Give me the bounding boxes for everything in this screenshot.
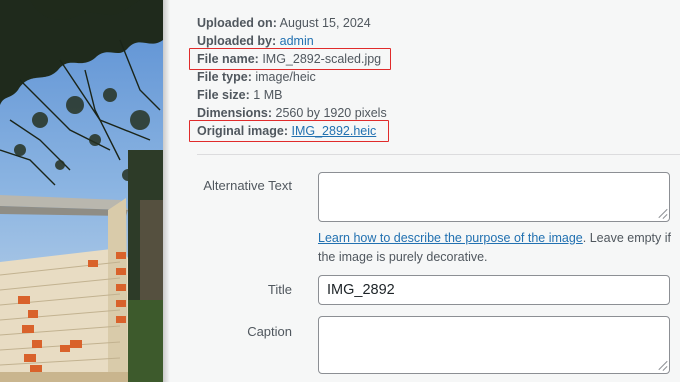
uploaded-by-link[interactable]: admin — [280, 34, 314, 48]
alt-text-label: Alternative Text — [203, 178, 292, 193]
section-divider — [197, 154, 680, 155]
attachment-details-panel: Uploaded on: August 15, 2024 Uploaded by… — [170, 0, 680, 382]
resize-handle-icon[interactable] — [655, 207, 667, 219]
alt-text-help-link[interactable]: Learn how to describe the purpose of the… — [318, 231, 583, 245]
file-type-label: File type: — [197, 70, 252, 84]
title-label: Title — [267, 282, 292, 297]
uploaded-on-value: August 15, 2024 — [279, 16, 371, 30]
uploaded-on-label: Uploaded on: — [197, 16, 277, 30]
file-type-value: image/heic — [255, 70, 316, 84]
title-input[interactable]: IMG_2892 — [318, 275, 670, 305]
uploaded-by-label: Uploaded by: — [197, 34, 277, 48]
alt-text-textarea[interactable] — [318, 172, 670, 222]
dimensions-value: 2560 by 1920 pixels — [275, 106, 387, 120]
file-size-value: 1 MB — [253, 88, 283, 102]
image-preview — [0, 0, 163, 382]
dimensions-label: Dimensions: — [197, 106, 273, 120]
file-size-label: File size: — [197, 88, 250, 102]
resize-handle-icon[interactable] — [655, 359, 667, 371]
file-name-highlight — [189, 48, 391, 70]
original-image-highlight — [189, 120, 389, 142]
caption-label: Caption — [247, 324, 292, 339]
attachment-details-window: Uploaded on: August 15, 2024 Uploaded by… — [0, 0, 680, 382]
file-type-row: File type: image/heic — [197, 68, 387, 86]
alt-text-help: Learn how to describe the purpose of the… — [318, 229, 678, 267]
uploaded-on-row: Uploaded on: August 15, 2024 — [197, 14, 387, 32]
panel-shadow — [163, 0, 170, 382]
caption-textarea[interactable] — [318, 316, 670, 374]
file-size-row: File size: 1 MB — [197, 86, 387, 104]
photo-trees-brick-structure — [0, 0, 163, 382]
